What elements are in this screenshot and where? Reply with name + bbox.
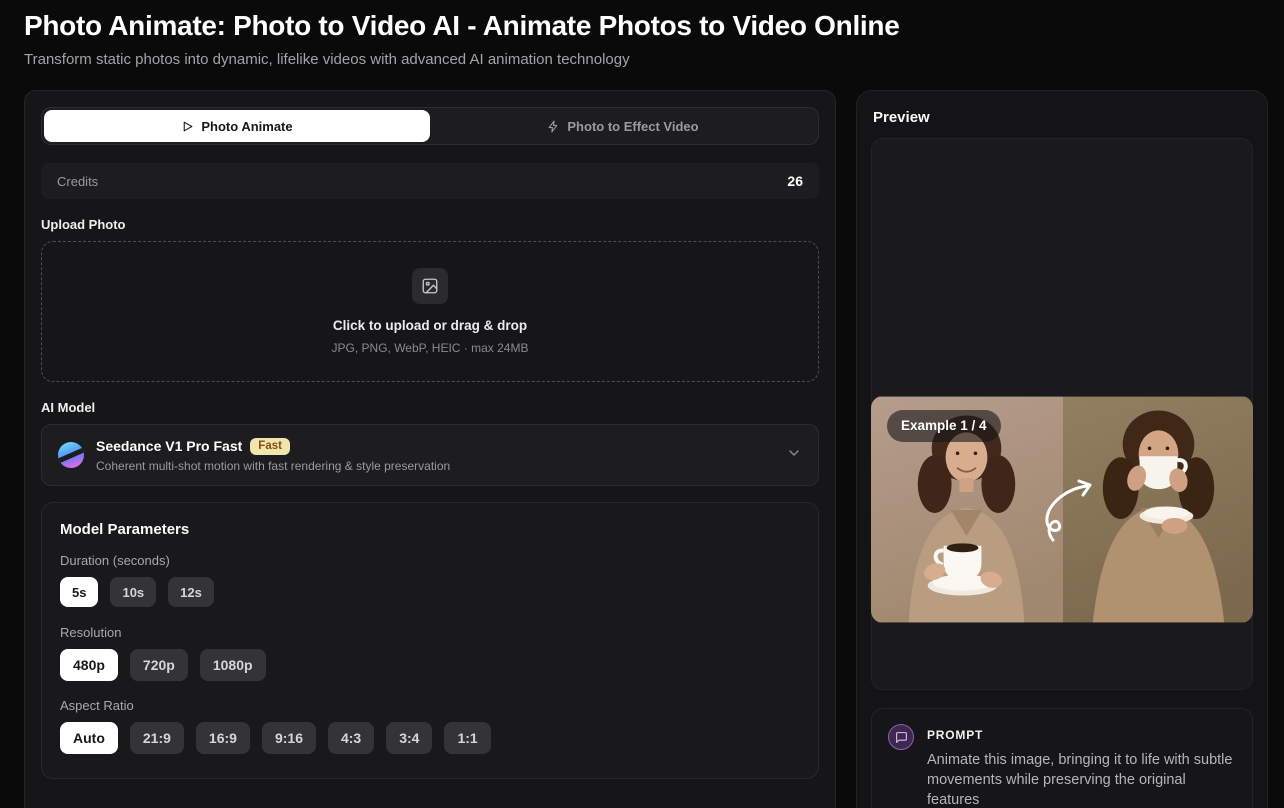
example-counter-badge: Example 1 / 4 (887, 410, 1001, 442)
page-subtitle: Transform static photos into dynamic, li… (24, 51, 1260, 68)
upload-dropzone[interactable]: Click to upload or drag & drop JPG, PNG,… (41, 241, 819, 382)
prompt-text: Animate this image, bringing it to life … (927, 750, 1236, 808)
option-9-16[interactable]: 9:16 (262, 722, 316, 754)
upload-hint-text: JPG, PNG, WebP, HEIC · max 24MB (332, 341, 529, 355)
credits-row: Credits 26 (41, 163, 819, 199)
option-auto[interactable]: Auto (60, 722, 118, 754)
prompt-content: PROMPT Animate this image, bringing it t… (927, 724, 1236, 808)
model-info: Seedance V1 Pro Fast Fast Coherent multi… (96, 438, 774, 473)
model-description: Coherent multi-shot motion with fast ren… (96, 459, 774, 473)
duration-options: 5s 10s 12s (60, 577, 800, 607)
chevron-down-icon (786, 445, 802, 466)
aspect-ratio-options: Auto 21:9 16:9 9:16 4:3 3:4 1:1 (60, 722, 800, 754)
tab-photo-animate-label: Photo Animate (201, 119, 292, 134)
mode-tabbar: Photo Animate Photo to Effect Video (41, 107, 819, 145)
option-1080p[interactable]: 1080p (200, 649, 266, 681)
zap-icon (547, 120, 560, 133)
preview-box: Example 1 / 4 (871, 138, 1253, 690)
aspect-ratio-label: Aspect Ratio (60, 698, 800, 713)
model-parameters-title: Model Parameters (60, 521, 800, 538)
option-480p[interactable]: 480p (60, 649, 118, 681)
credits-value: 26 (787, 173, 803, 189)
tab-photo-to-effect-video-label: Photo to Effect Video (567, 119, 698, 134)
option-720p[interactable]: 720p (130, 649, 188, 681)
option-5s[interactable]: 5s (60, 577, 98, 607)
option-12s[interactable]: 12s (168, 577, 214, 607)
example-after-photo (1063, 396, 1253, 623)
option-4-3[interactable]: 4:3 (328, 722, 374, 754)
upload-photo-label: Upload Photo (41, 217, 819, 232)
resolution-options: 480p 720p 1080p (60, 649, 800, 681)
prompt-label: PROMPT (927, 724, 1236, 742)
model-fast-badge: Fast (250, 438, 290, 455)
model-parameters-card: Model Parameters Duration (seconds) 5s 10… (41, 502, 819, 779)
example-media[interactable]: Example 1 / 4 (871, 396, 1253, 623)
option-3-4[interactable]: 3:4 (386, 722, 432, 754)
prompt-card: PROMPT Animate this image, bringing it t… (871, 708, 1253, 808)
model-name: Seedance V1 Pro Fast (96, 438, 242, 454)
page-header: Photo Animate: Photo to Video AI - Anima… (0, 0, 1284, 68)
tab-photo-animate[interactable]: Photo Animate (44, 110, 430, 142)
duration-label: Duration (seconds) (60, 553, 800, 568)
preview-title: Preview (873, 109, 1253, 126)
model-selector[interactable]: Seedance V1 Pro Fast Fast Coherent multi… (41, 424, 819, 486)
page-title: Photo Animate: Photo to Video AI - Anima… (24, 10, 1260, 42)
resolution-label: Resolution (60, 625, 800, 640)
generator-panel: Photo Animate Photo to Effect Video Cred… (24, 90, 836, 808)
main-content: Photo Animate Photo to Effect Video Cred… (0, 90, 1284, 808)
ai-model-label: AI Model (41, 400, 819, 415)
option-21-9[interactable]: 21:9 (130, 722, 184, 754)
seedance-logo-icon (58, 442, 84, 468)
credits-label: Credits (57, 174, 98, 189)
upload-cta-text: Click to upload or drag & drop (333, 318, 527, 333)
option-1-1[interactable]: 1:1 (444, 722, 490, 754)
play-icon (181, 120, 194, 133)
message-square-icon (888, 724, 914, 750)
image-icon (412, 268, 448, 304)
preview-panel: Preview (856, 90, 1268, 808)
option-16-9[interactable]: 16:9 (196, 722, 250, 754)
tab-photo-to-effect-video[interactable]: Photo to Effect Video (430, 110, 816, 142)
option-10s[interactable]: 10s (110, 577, 156, 607)
